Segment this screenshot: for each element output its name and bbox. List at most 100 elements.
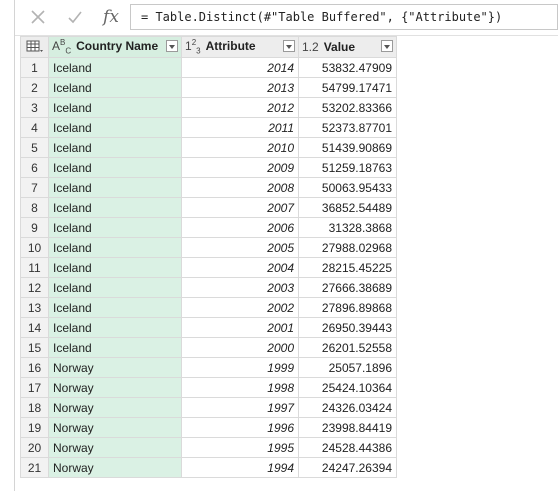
- table-row[interactable]: 18 Norway 1997 24326.03424: [20, 397, 397, 418]
- cell-attribute[interactable]: 2010: [181, 137, 299, 158]
- cell-country-name[interactable]: Norway: [48, 357, 182, 378]
- cell-value[interactable]: 26950.39443: [298, 317, 397, 338]
- cell-country-name[interactable]: Iceland: [48, 337, 182, 358]
- cell-country-name[interactable]: Norway: [48, 377, 182, 398]
- row-number[interactable]: 19: [20, 417, 49, 438]
- row-number[interactable]: 18: [20, 397, 49, 418]
- cell-attribute[interactable]: 2008: [181, 177, 299, 198]
- table-row[interactable]: 17 Norway 1998 25424.10364: [20, 377, 397, 398]
- cell-attribute[interactable]: 2001: [181, 317, 299, 338]
- cell-country-name[interactable]: Norway: [48, 457, 182, 478]
- table-row[interactable]: 4 Iceland 2011 52373.87701: [20, 117, 397, 138]
- cell-country-name[interactable]: Iceland: [48, 177, 182, 198]
- cell-attribute[interactable]: 2005: [181, 237, 299, 258]
- cell-value[interactable]: 51439.90869: [298, 137, 397, 158]
- row-number[interactable]: 21: [20, 457, 49, 478]
- row-number[interactable]: 7: [20, 177, 49, 198]
- row-number[interactable]: 12: [20, 277, 49, 298]
- filter-dropdown-icon[interactable]: [381, 40, 393, 52]
- table-row[interactable]: 13 Iceland 2002 27896.89868: [20, 297, 397, 318]
- text-type-icon[interactable]: ABC: [52, 38, 71, 55]
- row-number[interactable]: 11: [20, 257, 49, 278]
- table-menu-button[interactable]: [20, 36, 49, 58]
- cell-attribute[interactable]: 1995: [181, 437, 299, 458]
- cell-country-name[interactable]: Iceland: [48, 57, 182, 78]
- cell-attribute[interactable]: 2013: [181, 77, 299, 98]
- cell-attribute[interactable]: 2014: [181, 57, 299, 78]
- cell-value[interactable]: 50063.95433: [298, 177, 397, 198]
- cell-country-name[interactable]: Iceland: [48, 197, 182, 218]
- filter-dropdown-icon[interactable]: [166, 40, 178, 52]
- column-header-attribute[interactable]: 123 Attribute: [181, 36, 299, 58]
- cell-value[interactable]: 24528.44386: [298, 437, 397, 458]
- table-row[interactable]: 2 Iceland 2013 54799.17471: [20, 77, 397, 98]
- cell-country-name[interactable]: Iceland: [48, 157, 182, 178]
- cell-country-name[interactable]: Iceland: [48, 277, 182, 298]
- cell-value[interactable]: 24326.03424: [298, 397, 397, 418]
- cell-country-name[interactable]: Norway: [48, 417, 182, 438]
- close-icon[interactable]: [22, 3, 54, 31]
- cell-attribute[interactable]: 1994: [181, 457, 299, 478]
- cell-value[interactable]: 23998.84419: [298, 417, 397, 438]
- table-row[interactable]: 5 Iceland 2010 51439.90869: [20, 137, 397, 158]
- cell-attribute[interactable]: 1997: [181, 397, 299, 418]
- cell-value[interactable]: 27896.89868: [298, 297, 397, 318]
- cell-value[interactable]: 28215.45225: [298, 257, 397, 278]
- row-number[interactable]: 14: [20, 317, 49, 338]
- table-row[interactable]: 20 Norway 1995 24528.44386: [20, 437, 397, 458]
- cell-country-name[interactable]: Iceland: [48, 117, 182, 138]
- cell-attribute[interactable]: 2011: [181, 117, 299, 138]
- row-number[interactable]: 4: [20, 117, 49, 138]
- cell-attribute[interactable]: 2006: [181, 217, 299, 238]
- row-number[interactable]: 10: [20, 237, 49, 258]
- cell-attribute[interactable]: 1996: [181, 417, 299, 438]
- table-row[interactable]: 10 Iceland 2005 27988.02968: [20, 237, 397, 258]
- table-row[interactable]: 12 Iceland 2003 27666.38689: [20, 277, 397, 298]
- column-header-country-name[interactable]: ABC Country Name: [48, 36, 182, 58]
- cell-value[interactable]: 36852.54489: [298, 197, 397, 218]
- cell-country-name[interactable]: Iceland: [48, 297, 182, 318]
- cell-country-name[interactable]: Iceland: [48, 237, 182, 258]
- row-number[interactable]: 16: [20, 357, 49, 378]
- cell-attribute[interactable]: 2009: [181, 157, 299, 178]
- cell-value[interactable]: 24247.26394: [298, 457, 397, 478]
- cell-value[interactable]: 25057.1896: [298, 357, 397, 378]
- cell-value[interactable]: 53832.47909: [298, 57, 397, 78]
- cell-country-name[interactable]: Iceland: [48, 317, 182, 338]
- cell-value[interactable]: 27988.02968: [298, 237, 397, 258]
- row-number[interactable]: 20: [20, 437, 49, 458]
- cell-country-name[interactable]: Norway: [48, 437, 182, 458]
- cell-attribute[interactable]: 2003: [181, 277, 299, 298]
- table-row[interactable]: 6 Iceland 2009 51259.18763: [20, 157, 397, 178]
- table-row[interactable]: 19 Norway 1996 23998.84419: [20, 417, 397, 438]
- check-icon[interactable]: [59, 3, 91, 31]
- cell-value[interactable]: 53202.83366: [298, 97, 397, 118]
- cell-value[interactable]: 27666.38689: [298, 277, 397, 298]
- row-number[interactable]: 15: [20, 337, 49, 358]
- row-number[interactable]: 17: [20, 377, 49, 398]
- table-row[interactable]: 11 Iceland 2004 28215.45225: [20, 257, 397, 278]
- cell-attribute[interactable]: 1999: [181, 357, 299, 378]
- cell-attribute[interactable]: 2004: [181, 257, 299, 278]
- table-row[interactable]: 14 Iceland 2001 26950.39443: [20, 317, 397, 338]
- table-row[interactable]: 15 Iceland 2000 26201.52558: [20, 337, 397, 358]
- row-number[interactable]: 8: [20, 197, 49, 218]
- cell-attribute[interactable]: 2002: [181, 297, 299, 318]
- row-number[interactable]: 2: [20, 77, 49, 98]
- row-number[interactable]: 6: [20, 157, 49, 178]
- fx-icon[interactable]: fx: [95, 3, 127, 31]
- table-row[interactable]: 8 Iceland 2007 36852.54489: [20, 197, 397, 218]
- table-row[interactable]: 21 Norway 1994 24247.26394: [20, 457, 397, 478]
- row-number[interactable]: 3: [20, 97, 49, 118]
- table-row[interactable]: 16 Norway 1999 25057.1896: [20, 357, 397, 378]
- decimal-type-icon[interactable]: 1.2: [302, 40, 319, 54]
- cell-value[interactable]: 26201.52558: [298, 337, 397, 358]
- row-number[interactable]: 1: [20, 57, 49, 78]
- cell-country-name[interactable]: Iceland: [48, 77, 182, 98]
- filter-dropdown-icon[interactable]: [283, 40, 295, 52]
- cell-value[interactable]: 31328.3868: [298, 217, 397, 238]
- cell-value[interactable]: 51259.18763: [298, 157, 397, 178]
- formula-input[interactable]: = Table.Distinct(#"Table Buffered", {"At…: [130, 4, 558, 30]
- cell-value[interactable]: 52373.87701: [298, 117, 397, 138]
- table-row[interactable]: 3 Iceland 2012 53202.83366: [20, 97, 397, 118]
